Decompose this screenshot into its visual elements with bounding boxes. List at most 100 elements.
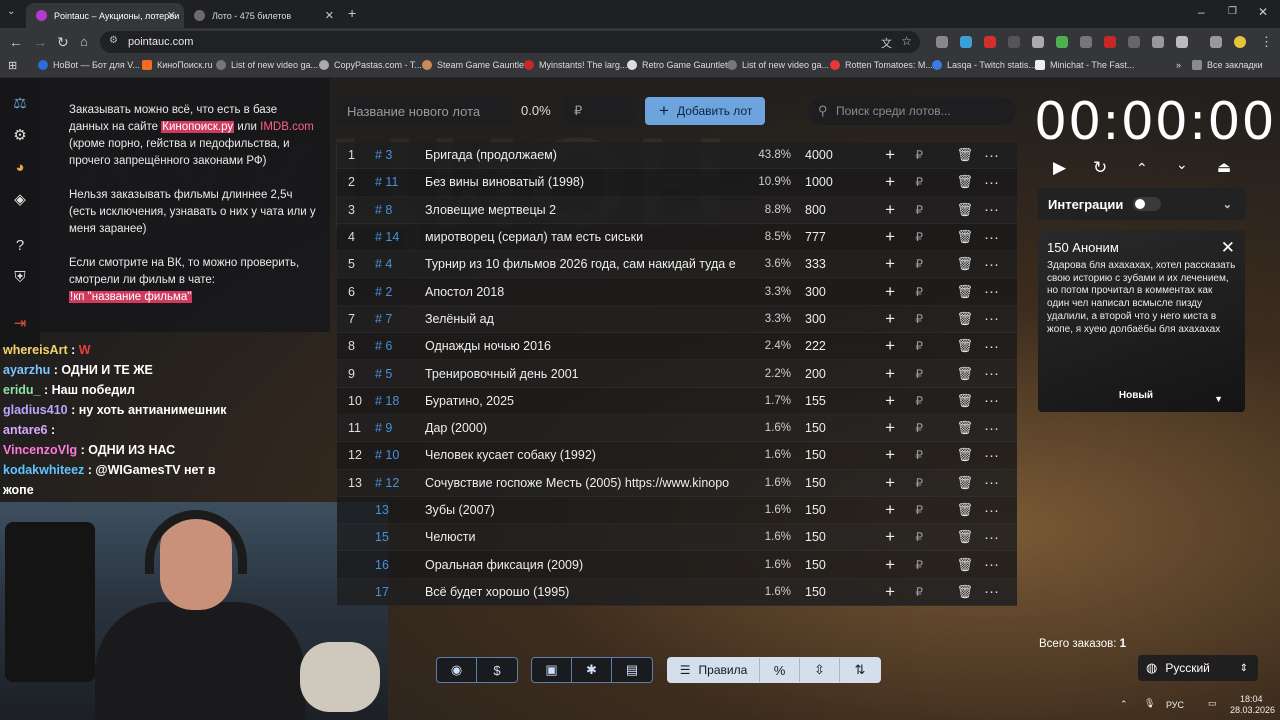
- ruble-input-icon[interactable]: ₽: [895, 148, 923, 162]
- lot-row[interactable]: 9 # 5 Тренировочный день 2001 2.2% 200 + ₽ 🗑 ···: [337, 360, 1017, 388]
- add-amount-icon[interactable]: +: [851, 500, 895, 520]
- more-icon[interactable]: ···: [973, 529, 999, 546]
- new-lot-amount-input[interactable]: ₽: [564, 97, 634, 125]
- ruble-input-icon[interactable]: ₽: [895, 530, 923, 544]
- delete-icon[interactable]: 🗑: [923, 393, 973, 409]
- bookmark-item[interactable]: Steam Game Gauntlet: [422, 60, 527, 70]
- lot-row[interactable]: 6 # 2 Апостол 2018 3.3% 300 + ₽ 🗑 ···: [337, 278, 1017, 306]
- extensions-puzzle-icon[interactable]: [1176, 36, 1188, 48]
- delete-icon[interactable]: 🗑: [923, 475, 973, 491]
- lot-row[interactable]: 10 # 18 Буратино, 2025 1.7% 155 + ₽ 🗑 ···: [337, 387, 1017, 415]
- tab-loto[interactable]: Лото - 475 билетов ✕: [184, 3, 342, 28]
- reset-icon[interactable]: ↻: [1093, 158, 1107, 178]
- delete-icon[interactable]: 🗑: [923, 447, 973, 463]
- add-amount-icon[interactable]: +: [851, 227, 895, 247]
- add-amount-icon[interactable]: +: [851, 555, 895, 575]
- extension-icon[interactable]: [1152, 36, 1164, 48]
- ruble-input-icon[interactable]: ₽: [895, 312, 923, 326]
- chevron-down-icon[interactable]: ⌄: [1176, 156, 1188, 173]
- extension-icon[interactable]: [1056, 36, 1068, 48]
- extension-icon[interactable]: [1008, 36, 1020, 48]
- delete-icon[interactable]: 🗑: [923, 229, 973, 245]
- add-amount-icon[interactable]: +: [851, 145, 895, 165]
- clock-time[interactable]: 18:04: [1240, 694, 1263, 704]
- integrations-panel[interactable]: Интеграции ⌄: [1038, 188, 1246, 220]
- more-icon[interactable]: ···: [973, 256, 999, 273]
- lot-name[interactable]: Дар (2000): [425, 421, 743, 435]
- lot-id[interactable]: # 7: [375, 312, 425, 326]
- delete-icon[interactable]: 🗑: [923, 557, 973, 573]
- reload-icon[interactable]: ↻: [57, 34, 69, 51]
- bookmark-item[interactable]: CopyPastas.com - T...: [319, 60, 422, 70]
- bookmark-item[interactable]: HoBot — Бот для V...: [38, 60, 140, 70]
- delete-icon[interactable]: 🗑: [923, 338, 973, 354]
- more-icon[interactable]: ···: [973, 201, 999, 218]
- lot-id[interactable]: # 11: [375, 175, 425, 189]
- lot-name[interactable]: Без вины виноватый (1998): [425, 175, 743, 189]
- ruble-input-icon[interactable]: ₽: [895, 394, 923, 408]
- delete-icon[interactable]: 🗑: [923, 311, 973, 327]
- chevron-down-icon[interactable]: ▼: [1214, 394, 1223, 404]
- lot-id[interactable]: # 18: [375, 394, 425, 408]
- lot-name[interactable]: Бригада (продолжаем): [425, 148, 743, 162]
- lot-id[interactable]: # 9: [375, 421, 425, 435]
- lot-amount[interactable]: 150: [791, 448, 851, 462]
- lot-amount[interactable]: 150: [791, 585, 851, 599]
- bookmark-item[interactable]: Rotten Tomatoes: M...: [830, 60, 933, 70]
- bookmark-item[interactable]: List of new video ga...: [727, 60, 829, 70]
- delete-icon[interactable]: 🗑: [923, 147, 973, 163]
- lot-amount[interactable]: 200: [791, 367, 851, 381]
- trash-stack-icon[interactable]: ▤: [612, 658, 652, 682]
- lot-id[interactable]: # 12: [375, 476, 425, 490]
- lot-id[interactable]: # 4: [375, 257, 425, 271]
- new-tab-button[interactable]: +: [348, 5, 356, 21]
- minimize-icon[interactable]: –: [1198, 5, 1205, 19]
- home-icon[interactable]: ⌂: [80, 34, 88, 49]
- add-amount-icon[interactable]: +: [851, 309, 895, 329]
- lot-name[interactable]: Тренировочный день 2001: [425, 367, 743, 381]
- lot-amount[interactable]: 222: [791, 339, 851, 353]
- lot-name[interactable]: Оральная фиксация (2009): [425, 558, 743, 572]
- settings-icon[interactable]: ⚙: [10, 126, 30, 146]
- lot-amount[interactable]: 155: [791, 394, 851, 408]
- lot-id[interactable]: # 6: [375, 339, 425, 353]
- lot-id[interactable]: # 2: [375, 285, 425, 299]
- extension-icon[interactable]: [960, 36, 972, 48]
- lot-amount[interactable]: 4000: [791, 148, 851, 162]
- close-window-icon[interactable]: ✕: [1258, 5, 1268, 19]
- lot-id[interactable]: # 14: [375, 230, 425, 244]
- delete-icon[interactable]: 🗑: [923, 202, 973, 218]
- ruble-input-icon[interactable]: ₽: [895, 585, 923, 599]
- lot-name[interactable]: Турнир из 10 фильмов 2026 года, сам наки…: [425, 257, 743, 271]
- more-icon[interactable]: ···: [973, 147, 999, 164]
- bookmark-item[interactable]: Myinstants! The larg...: [524, 60, 627, 70]
- ruble-input-icon[interactable]: ₽: [895, 257, 923, 271]
- back-icon[interactable]: ←: [9, 34, 23, 50]
- all-bookmarks[interactable]: Все закладки: [1192, 60, 1263, 70]
- layers-icon[interactable]: ◈: [10, 190, 30, 210]
- delete-icon[interactable]: 🗑: [923, 284, 973, 300]
- more-icon[interactable]: ···: [973, 392, 999, 409]
- more-bookmarks-icon[interactable]: »: [1176, 60, 1181, 70]
- donate-icon[interactable]: $: [477, 658, 517, 682]
- lot-id[interactable]: 17: [375, 585, 425, 599]
- language-select[interactable]: ◍ Русский ⇕: [1138, 655, 1258, 681]
- lot-amount[interactable]: 777: [791, 230, 851, 244]
- add-amount-icon[interactable]: +: [851, 282, 895, 302]
- more-icon[interactable]: ···: [973, 502, 999, 519]
- close-tab-icon[interactable]: ✕: [167, 9, 176, 22]
- network-icon[interactable]: ▭: [1208, 698, 1217, 709]
- avatar[interactable]: [1234, 36, 1246, 48]
- shield-icon[interactable]: ⛨: [10, 268, 30, 288]
- lot-row[interactable]: 3 # 8 Зловещие мертвецы 2 8.8% 800 + ₽ 🗑 ···: [337, 196, 1017, 224]
- lot-amount[interactable]: 150: [791, 503, 851, 517]
- bookmark-item[interactable]: List of new video ga...: [216, 60, 318, 70]
- tab-pointauc[interactable]: Pointauc – Аукционы, лотереи ✕: [26, 3, 184, 28]
- input-language[interactable]: РУС: [1166, 700, 1184, 710]
- lot-name[interactable]: Человек кусает собаку (1992): [425, 448, 743, 462]
- lot-amount[interactable]: 1000: [791, 175, 851, 189]
- ruble-input-icon[interactable]: ₽: [895, 339, 923, 353]
- delete-icon[interactable]: 🗑: [923, 420, 973, 436]
- add-amount-icon[interactable]: +: [851, 391, 895, 411]
- wheel-icon[interactable]: ◕: [10, 158, 30, 178]
